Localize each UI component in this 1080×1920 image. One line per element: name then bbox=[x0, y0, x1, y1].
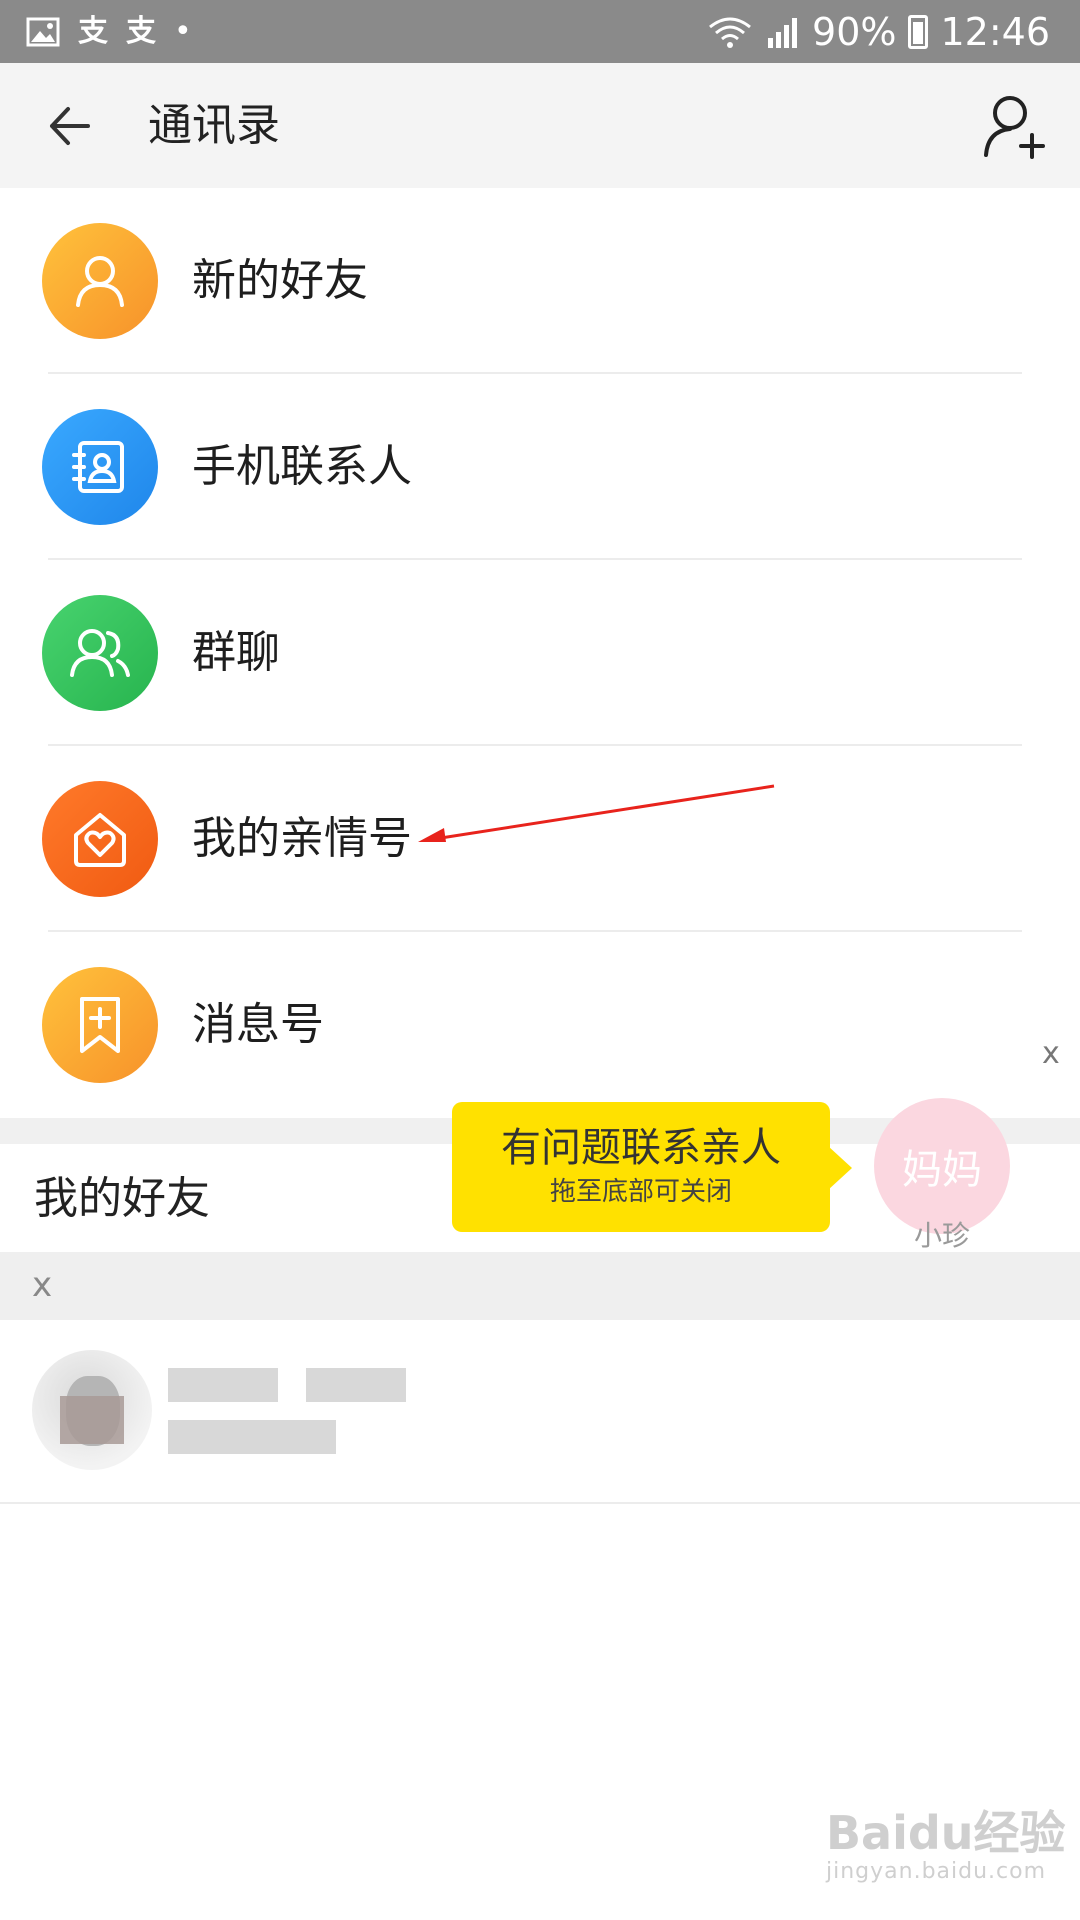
menu-item-label: 手机联系人 bbox=[192, 441, 412, 492]
menu-avatar bbox=[42, 223, 158, 339]
contacts-menu: 新的好友 手机联系人 群聊 我的亲情号 消息号 bbox=[0, 188, 1080, 1118]
float-close-button[interactable]: x bbox=[1042, 1034, 1060, 1074]
annotation-arrow bbox=[418, 784, 775, 842]
index-bar: x bbox=[0, 1252, 1080, 1320]
watermark-logo: Baidu经验 bbox=[826, 1806, 1066, 1860]
tip-main-text: 有问题联系亲人 bbox=[501, 1125, 781, 1171]
wifi-icon bbox=[709, 17, 751, 48]
group-icon bbox=[70, 629, 130, 677]
status-left: 支 支 • bbox=[26, 12, 192, 52]
signal-icon bbox=[768, 18, 798, 48]
menu-avatar bbox=[42, 595, 158, 711]
app-notification-icon: 支 bbox=[78, 14, 108, 49]
bookmark-plus-icon bbox=[80, 997, 120, 1053]
watermark-url: jingyan.baidu.com bbox=[826, 1859, 1047, 1884]
menu-item-message-account[interactable]: 消息号 bbox=[0, 932, 1080, 1118]
battery-icon bbox=[908, 15, 929, 49]
menu-avatar bbox=[42, 967, 158, 1083]
family-house-icon bbox=[74, 813, 126, 867]
index-label: x bbox=[32, 1265, 53, 1305]
gallery-icon bbox=[26, 17, 60, 47]
user-icon bbox=[76, 256, 124, 307]
status-right: 90% 12:46 bbox=[708, 10, 1050, 54]
privacy-blur bbox=[60, 1396, 124, 1444]
menu-avatar bbox=[42, 781, 158, 897]
blurred-name bbox=[306, 1368, 406, 1402]
app-notification-icon: 支 bbox=[126, 14, 156, 49]
more-notifications-dot: • bbox=[174, 14, 192, 49]
friend-avatar bbox=[32, 1350, 152, 1470]
menu-item-phone-contacts[interactable]: 手机联系人 bbox=[0, 374, 1080, 560]
family-contact-tip[interactable]: 有问题联系亲人 拖至底部可关闭 bbox=[452, 1102, 852, 1232]
contact-book-icon bbox=[72, 441, 124, 493]
menu-item-label: 我的亲情号 bbox=[192, 813, 412, 864]
watermark: Baidu经验 jingyan.baidu.com bbox=[826, 1808, 1066, 1886]
menu-item-group-chat[interactable]: 群聊 bbox=[0, 560, 1080, 746]
battery-percent: 90% bbox=[812, 10, 897, 54]
menu-item-new-friends[interactable]: 新的好友 bbox=[0, 188, 1080, 374]
blurred-name bbox=[168, 1368, 278, 1402]
page-title: 通讯录 bbox=[148, 100, 280, 151]
add-friend-icon[interactable] bbox=[980, 91, 1050, 161]
family-avatar-button[interactable]: 妈妈 bbox=[874, 1098, 1010, 1234]
menu-item-label: 群聊 bbox=[192, 627, 280, 678]
family-name: 小珍 bbox=[913, 1219, 970, 1252]
menu-item-label: 消息号 bbox=[192, 999, 324, 1050]
menu-avatar bbox=[42, 409, 158, 525]
family-avatar-text: 妈妈 bbox=[902, 1147, 982, 1193]
app-header: 通讯录 bbox=[0, 63, 1080, 188]
menu-item-label: 新的好友 bbox=[192, 255, 368, 306]
friend-list-item[interactable] bbox=[0, 1320, 1080, 1504]
back-arrow-icon[interactable] bbox=[40, 91, 110, 161]
friends-title: 我的好友 bbox=[34, 1173, 210, 1224]
blurred-status bbox=[168, 1420, 336, 1454]
status-bar: 支 支 • 90% 12:46 bbox=[0, 0, 1080, 63]
tip-sub-text: 拖至底部可关闭 bbox=[549, 1177, 732, 1207]
clock: 12:46 bbox=[940, 10, 1050, 54]
